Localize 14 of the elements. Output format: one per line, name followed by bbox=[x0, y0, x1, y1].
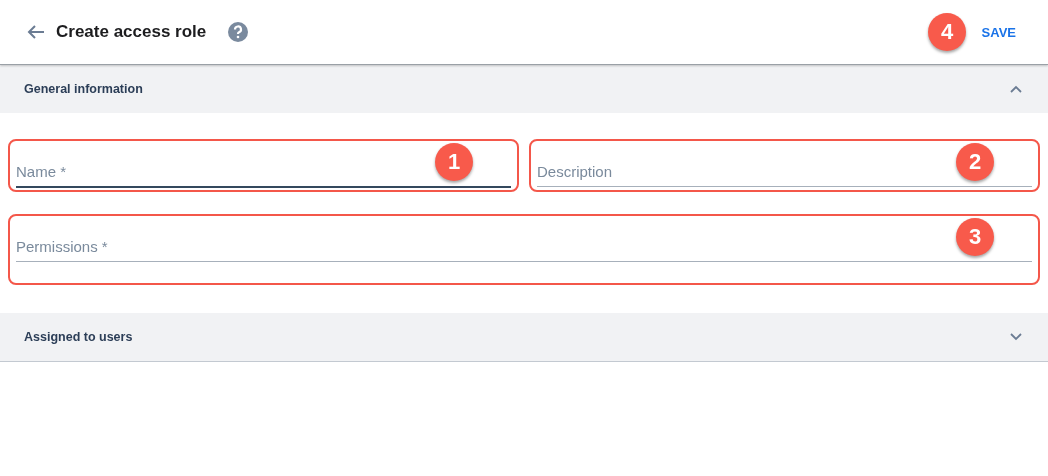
section-header[interactable]: Assigned to users bbox=[0, 313, 1048, 362]
callout-badge: 4 bbox=[928, 13, 966, 51]
back-arrow-icon[interactable] bbox=[26, 24, 46, 40]
chevron-icon[interactable] bbox=[1010, 333, 1022, 341]
section-title: Assigned to users bbox=[24, 330, 133, 344]
callout-badge: 1 bbox=[435, 143, 473, 181]
callout-badge: 2 bbox=[956, 143, 994, 181]
help-icon[interactable] bbox=[228, 22, 249, 42]
page-title: Create access role bbox=[56, 22, 207, 42]
section-header[interactable]: General information bbox=[0, 65, 1048, 113]
section-title: General information bbox=[24, 81, 143, 96]
chevron-icon[interactable] bbox=[1010, 84, 1022, 93]
save-button[interactable]: SAVE bbox=[981, 25, 1016, 40]
callout-badge: 3 bbox=[956, 218, 994, 256]
